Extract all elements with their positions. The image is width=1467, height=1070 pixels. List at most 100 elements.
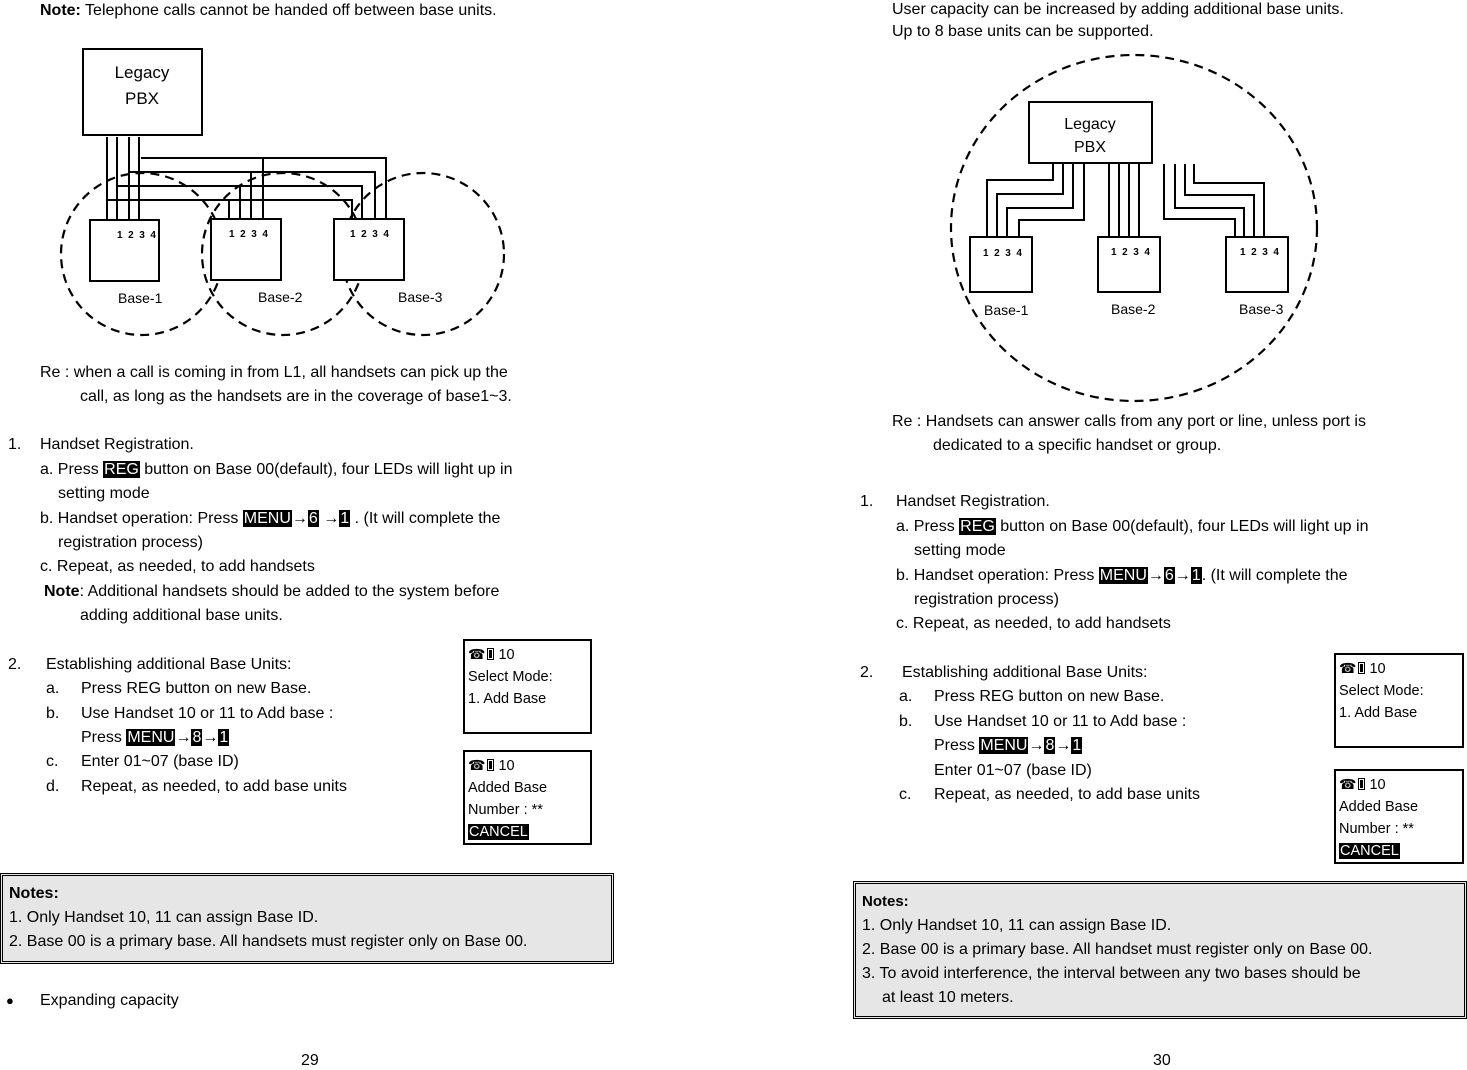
reg-key: REG bbox=[959, 518, 996, 535]
step-2a-letter: a. bbox=[46, 680, 60, 697]
lcd-line: Select Mode: bbox=[1339, 683, 1424, 699]
step-1a-prefix: a. Press bbox=[896, 518, 960, 535]
section-2-number: 2. bbox=[860, 664, 874, 681]
arrow-icon: → bbox=[323, 510, 340, 527]
arrow-icon: → bbox=[175, 729, 192, 746]
step-2b-text: Use Handset 10 or 11 to Add base : bbox=[934, 713, 1187, 730]
menu-key: MENU bbox=[979, 737, 1029, 754]
arrow-icon: → bbox=[1055, 737, 1072, 754]
page-number: 29 bbox=[301, 1052, 319, 1069]
step-2b-letter: b. bbox=[46, 705, 60, 722]
step-1b-prefix: b. Handset operation: Press bbox=[896, 567, 1099, 584]
base-2-box bbox=[1097, 236, 1161, 293]
step-2b-text: Use Handset 10 or 11 to Add base : bbox=[81, 705, 334, 722]
notes-title: Notes: bbox=[862, 893, 909, 910]
step-1a-prefix: a. Press bbox=[40, 461, 104, 478]
step-2b-letter: b. bbox=[899, 713, 913, 730]
note-text: : Additional handsets should be added to… bbox=[79, 583, 500, 600]
menu-key: MENU bbox=[1098, 567, 1148, 584]
lcd-screen-added-base: ☎ 10 Added Base Number : ** CANCEL bbox=[1334, 769, 1464, 864]
step-2a-text: Press REG button on new Base. bbox=[81, 680, 312, 697]
notes-title: Notes: bbox=[9, 885, 59, 902]
step-1a-suffix: button on Base 00(default), four LEDs wi… bbox=[139, 461, 513, 478]
notes-box: Notes: 1. Only Handset 10, 11 can assign… bbox=[0, 873, 614, 964]
key-8: 8 bbox=[191, 729, 203, 746]
step-2a-text: Press REG button on new Base. bbox=[934, 688, 1165, 705]
base-3-box bbox=[1225, 236, 1289, 293]
section-1-title: Handset Registration. bbox=[40, 436, 194, 453]
lcd-screen-added-base: ☎ 10 Added Base Number : ** CANCEL bbox=[463, 750, 592, 845]
step-2c-text: Enter 01~07 (base ID) bbox=[81, 753, 239, 770]
handset-number: 10 bbox=[1369, 661, 1386, 677]
lcd-line: Added Base bbox=[1339, 799, 1419, 815]
battery-icon bbox=[487, 648, 495, 660]
base-1-ports: 1 2 3 4 bbox=[983, 248, 1022, 259]
section-2-title: Establishing additional Base Units: bbox=[46, 656, 292, 673]
pbx-label-line2: PBX bbox=[1074, 139, 1106, 156]
page-number: 30 bbox=[1153, 1052, 1171, 1069]
key-1: 1 bbox=[218, 729, 230, 746]
notes-item: 1. Only Handset 10, 11 can assign Base I… bbox=[862, 917, 1172, 934]
step-1a-suffix: button on Base 00(default), four LEDs wi… bbox=[995, 518, 1369, 535]
base-1-label: Base-1 bbox=[984, 302, 1029, 318]
notes-box: Notes: 1. Only Handset 10, 11 can assign… bbox=[853, 881, 1467, 1019]
lcd-line: 1. Add Base bbox=[468, 691, 547, 707]
reg-key: REG bbox=[103, 461, 140, 478]
re-line-1: Re : Handsets can answer calls from any … bbox=[892, 413, 1366, 430]
step-2b-enter: Enter 01~07 (base ID) bbox=[934, 762, 1092, 779]
note-label: Note bbox=[44, 583, 80, 600]
bullet-icon: ● bbox=[6, 993, 14, 1008]
handset-number: 10 bbox=[498, 647, 515, 663]
base-2-label: Base-2 bbox=[1111, 301, 1156, 317]
step-2d-letter: d. bbox=[46, 778, 60, 795]
step-1b-prefix: b. Handset operation: Press bbox=[40, 510, 243, 527]
step-1a: a. Press REG button on Base 00(default),… bbox=[896, 516, 1368, 538]
step-2d-text: Repeat, as needed, to add base units bbox=[81, 778, 347, 795]
section-1-number: 1. bbox=[8, 436, 22, 453]
handset-number: 10 bbox=[1369, 777, 1386, 793]
key-8: 8 bbox=[1044, 737, 1056, 754]
step-1b-suffix: . (It will complete the bbox=[1201, 567, 1348, 584]
lcd-line: Added Base bbox=[468, 780, 548, 796]
base-1-box bbox=[969, 236, 1033, 293]
arrow-icon: → bbox=[1174, 567, 1191, 584]
section-1-number: 1. bbox=[860, 493, 874, 510]
lcd-line: Select Mode: bbox=[468, 669, 553, 685]
step-1b: b. Handset operation: Press MENU→6 →1 . … bbox=[40, 508, 500, 530]
key-6: 6 bbox=[1163, 567, 1175, 584]
notes-item: 2. Base 00 is a primary base. All handse… bbox=[9, 933, 528, 950]
step-2c-letter: c. bbox=[46, 753, 59, 770]
step-1b-cont: registration process) bbox=[58, 534, 203, 551]
section-2-title: Establishing additional Base Units: bbox=[902, 664, 1148, 681]
step-2c-letter: c. bbox=[899, 786, 912, 803]
cancel-softkey: CANCEL bbox=[468, 824, 529, 840]
lcd-line: Number : ** bbox=[1339, 821, 1414, 837]
arrow-icon: → bbox=[291, 510, 308, 527]
base-2-ports: 1 2 3 4 bbox=[1111, 247, 1150, 258]
battery-icon bbox=[1358, 778, 1366, 790]
pbx-label-line1: Legacy bbox=[1064, 116, 1116, 133]
arrow-icon: → bbox=[1028, 737, 1045, 754]
lcd-line: 1. Add Base bbox=[1339, 705, 1418, 721]
step-1c: c. Repeat, as needed, to add handsets bbox=[896, 615, 1171, 632]
notes-item: 1. Only Handset 10, 11 can assign Base I… bbox=[9, 909, 319, 926]
notes-item-cont: at least 10 meters. bbox=[882, 989, 1014, 1006]
expanding-capacity-heading: Expanding capacity bbox=[40, 992, 179, 1009]
phone-icon: ☎ bbox=[468, 757, 486, 773]
key-1: 1 bbox=[339, 510, 351, 527]
step-1a-cont: setting mode bbox=[914, 542, 1006, 559]
section-1-note: Note: Additional handsets should be adde… bbox=[44, 581, 499, 603]
menu-key: MENU bbox=[126, 729, 176, 746]
step-2b-keys: Press MENU→8→1 bbox=[934, 735, 1083, 757]
step-1b-cont: registration process) bbox=[914, 591, 1059, 608]
notes-item: 3. To avoid interference, the interval b… bbox=[862, 965, 1361, 982]
section-2-number: 2. bbox=[8, 656, 22, 673]
battery-icon bbox=[487, 759, 495, 771]
step-1b: b. Handset operation: Press MENU→6→1. (I… bbox=[896, 565, 1348, 587]
cancel-softkey: CANCEL bbox=[1339, 843, 1400, 859]
step-2b-keys: Press MENU→8→1 bbox=[81, 727, 230, 749]
notes-item: 2. Base 00 is a primary base. All handse… bbox=[862, 941, 1373, 958]
section-1-title: Handset Registration. bbox=[896, 493, 1050, 510]
wires bbox=[986, 164, 1265, 237]
section-1-note-cont: adding additional base units. bbox=[80, 607, 283, 624]
